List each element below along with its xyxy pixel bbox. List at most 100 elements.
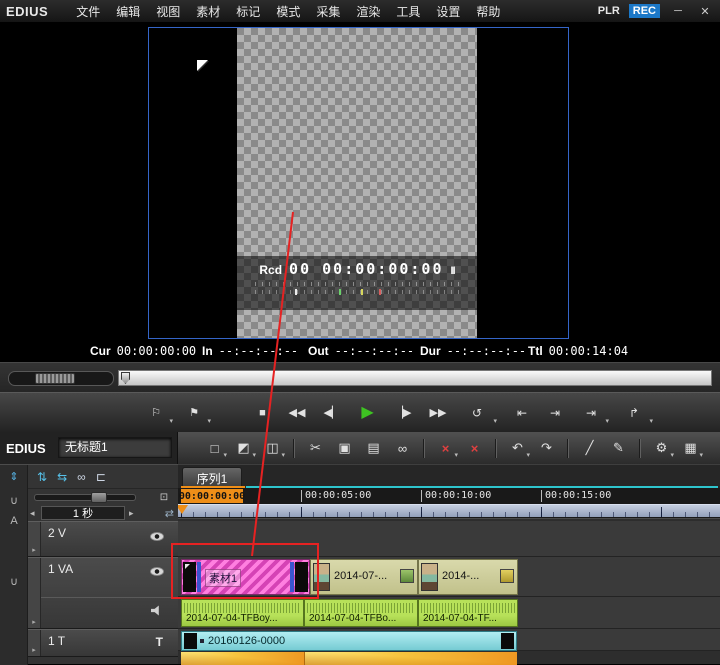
track-select-button[interactable]: ⇕ (4, 467, 24, 485)
cur-label: Cur (90, 344, 111, 358)
track-header-2v[interactable]: ▸ 2 V (28, 521, 178, 557)
timeline-toolbar: □▾ ◩▾ ◫▾ ✂ ▣ ▤ ∞ ×▾ × ↶▾ ↷ ╱ ✎ ⚙▾ ▦▾ (178, 432, 720, 464)
marker-list-button[interactable]: ⚑▾ (176, 400, 212, 426)
cut-button[interactable]: ✂ (303, 437, 328, 460)
layout-button[interactable]: ▦▾ (678, 437, 703, 460)
time-scale-row: ◂ 1 秒 ▸ ⇄ (28, 506, 178, 521)
add-marker-button[interactable]: ⚐▾ (138, 400, 174, 426)
toolbar-separator (293, 439, 295, 458)
clip-audio-3[interactable]: 2014-07-04-TF... (418, 599, 518, 627)
sync-lock-button[interactable]: ∪ (4, 572, 24, 590)
scale-next-icon[interactable]: ▸ (129, 508, 134, 519)
plr-indicator[interactable]: PLR (598, 5, 620, 17)
track-header-1t[interactable]: ▸ 1 T T (28, 629, 178, 657)
menu-capture[interactable]: 采集 (308, 1, 348, 22)
clip-video-3[interactable]: 2014-... (418, 559, 518, 595)
scale-prev-icon[interactable]: ◂ (30, 508, 35, 519)
clip-title[interactable]: 20160126-0000 (181, 631, 517, 651)
next-edit-point-button[interactable]: ⇥ (539, 400, 571, 426)
timeline-ruler[interactable]: 00:00:00:00 00:00:05:00 00:00:10:00 00:0… (178, 488, 720, 518)
menu-help[interactable]: 帮助 (468, 1, 508, 22)
lock-button[interactable]: A (4, 512, 24, 530)
previous-edit-point-button[interactable]: ⇤ (506, 400, 538, 426)
insert-mode-button[interactable]: ⇅ (37, 470, 47, 484)
ttl-value: 00:00:14:04 (549, 344, 628, 358)
undo-button[interactable]: ↶▾ (505, 437, 530, 460)
audio-mute-icon[interactable] (151, 605, 163, 616)
loop-playback-button[interactable]: ↺▾ (456, 400, 498, 426)
track-patch-icon[interactable]: ⇄ (165, 507, 174, 520)
link-mode-button[interactable]: ∞ (390, 437, 415, 460)
export-button[interactable]: ↱▾ (614, 400, 654, 426)
track-expand-handle[interactable]: ▸ (28, 558, 41, 628)
clip-audio-2[interactable]: 2014-07-04-TFBo... (304, 599, 418, 627)
position-thumb[interactable] (121, 372, 130, 384)
track-label: 2 V (48, 526, 66, 540)
ruler-tick-strip[interactable] (178, 504, 720, 517)
previous-frame-button[interactable]: ◀▏ (315, 400, 349, 426)
menu-render[interactable]: 渲染 (348, 1, 388, 22)
menu-mode[interactable]: 模式 (268, 1, 308, 22)
menu-settings[interactable]: 设置 (428, 1, 468, 22)
track-label: 1 VA (48, 562, 73, 576)
fast-forward-button[interactable]: ▶▶ (421, 400, 455, 426)
sync-lock-button[interactable]: ∪ (4, 491, 24, 509)
close-button[interactable]: ✕ (696, 5, 714, 18)
menu-file[interactable]: 文件 (68, 1, 108, 22)
zoom-handle[interactable] (91, 492, 107, 503)
new-sequence-button[interactable]: □▾ (202, 437, 227, 460)
menu-edit[interactable]: 编辑 (108, 1, 148, 22)
clip-end-box (501, 633, 514, 649)
overwrite-mode-button[interactable]: ⇆ (57, 470, 67, 484)
timeline-area[interactable]: 素材1 2014-07-... 2014-... 2014-07-04-TFBo… (178, 518, 720, 664)
rewind-button[interactable]: ◀◀ (280, 400, 314, 426)
shuttle-slider[interactable] (8, 371, 114, 386)
next-frame-button[interactable]: ▕▶ (386, 400, 420, 426)
clip-video-2[interactable]: 2014-07-... (310, 559, 418, 595)
delete-button[interactable]: × (462, 437, 487, 460)
play-button[interactable]: ▶ (350, 400, 385, 426)
save-project-button[interactable]: ◫▾ (260, 437, 285, 460)
ripple-delete-button[interactable]: ×▾ (433, 437, 458, 460)
app-logo: EDIUS (6, 4, 48, 19)
menu-clip[interactable]: 素材 (188, 1, 228, 22)
rec-indicator[interactable]: REC (629, 4, 660, 18)
out-value: --:--:--:-- (335, 344, 414, 358)
play-around-cut-button[interactable]: ⇥▾ (572, 400, 610, 426)
copy-button[interactable]: ▣ (332, 437, 357, 460)
minimize-button[interactable]: ─ (669, 5, 687, 17)
shuttle-handle[interactable] (35, 373, 75, 384)
ripple-mode-button[interactable]: ∞ (77, 470, 86, 484)
title-track-icon: T (156, 635, 163, 649)
zoom-slider[interactable] (34, 494, 136, 501)
clip-suc-1[interactable]: 素材1 (181, 559, 310, 595)
group-mode-button[interactable]: ⊏ (96, 470, 106, 484)
open-project-button[interactable]: ◩▾ (231, 437, 256, 460)
time-scale-select[interactable]: 1 秒 (41, 506, 125, 520)
stop-button[interactable]: ■ (246, 400, 279, 426)
track-expand-handle[interactable]: ▸ (28, 630, 41, 656)
track-header-1va[interactable]: ▸ 1 VA (28, 557, 178, 629)
timeline-header: EDIUS 无标题1 □▾ ◩▾ ◫▾ ✂ ▣ ▤ ∞ ×▾ × ↶▾ ↷ ╱ … (0, 432, 720, 464)
redo-button[interactable]: ↷ (534, 437, 559, 460)
sequence-tab[interactable]: 序列1 (182, 467, 242, 488)
menu-view[interactable]: 视图 (148, 1, 188, 22)
menu-tools[interactable]: 工具 (388, 1, 428, 22)
meter-tick (339, 289, 341, 295)
meter-tick (361, 289, 363, 295)
video-visibility-icon[interactable] (150, 532, 164, 541)
pointer-cursor-icon (197, 60, 208, 71)
mixer-button[interactable]: ⚙▾ (649, 437, 674, 460)
toolbar-separator (423, 439, 425, 458)
video-frame: Rcd 00 00:00:00:00 II (148, 27, 569, 339)
edit-mode-button[interactable]: ✎ (606, 437, 631, 460)
fit-to-window-button[interactable]: ⊡ (155, 490, 173, 504)
paste-button[interactable]: ▤ (361, 437, 386, 460)
menu-marker[interactable]: 标记 (228, 1, 268, 22)
clip-audio-1[interactable]: 2014-07-04-TFBoy... (181, 599, 304, 627)
toolbar-separator (639, 439, 641, 458)
track-expand-handle[interactable]: ▸ (28, 522, 41, 556)
video-visibility-icon[interactable] (150, 567, 164, 576)
trim-mode-button[interactable]: ╱ (577, 437, 602, 460)
position-bar[interactable] (118, 370, 712, 386)
